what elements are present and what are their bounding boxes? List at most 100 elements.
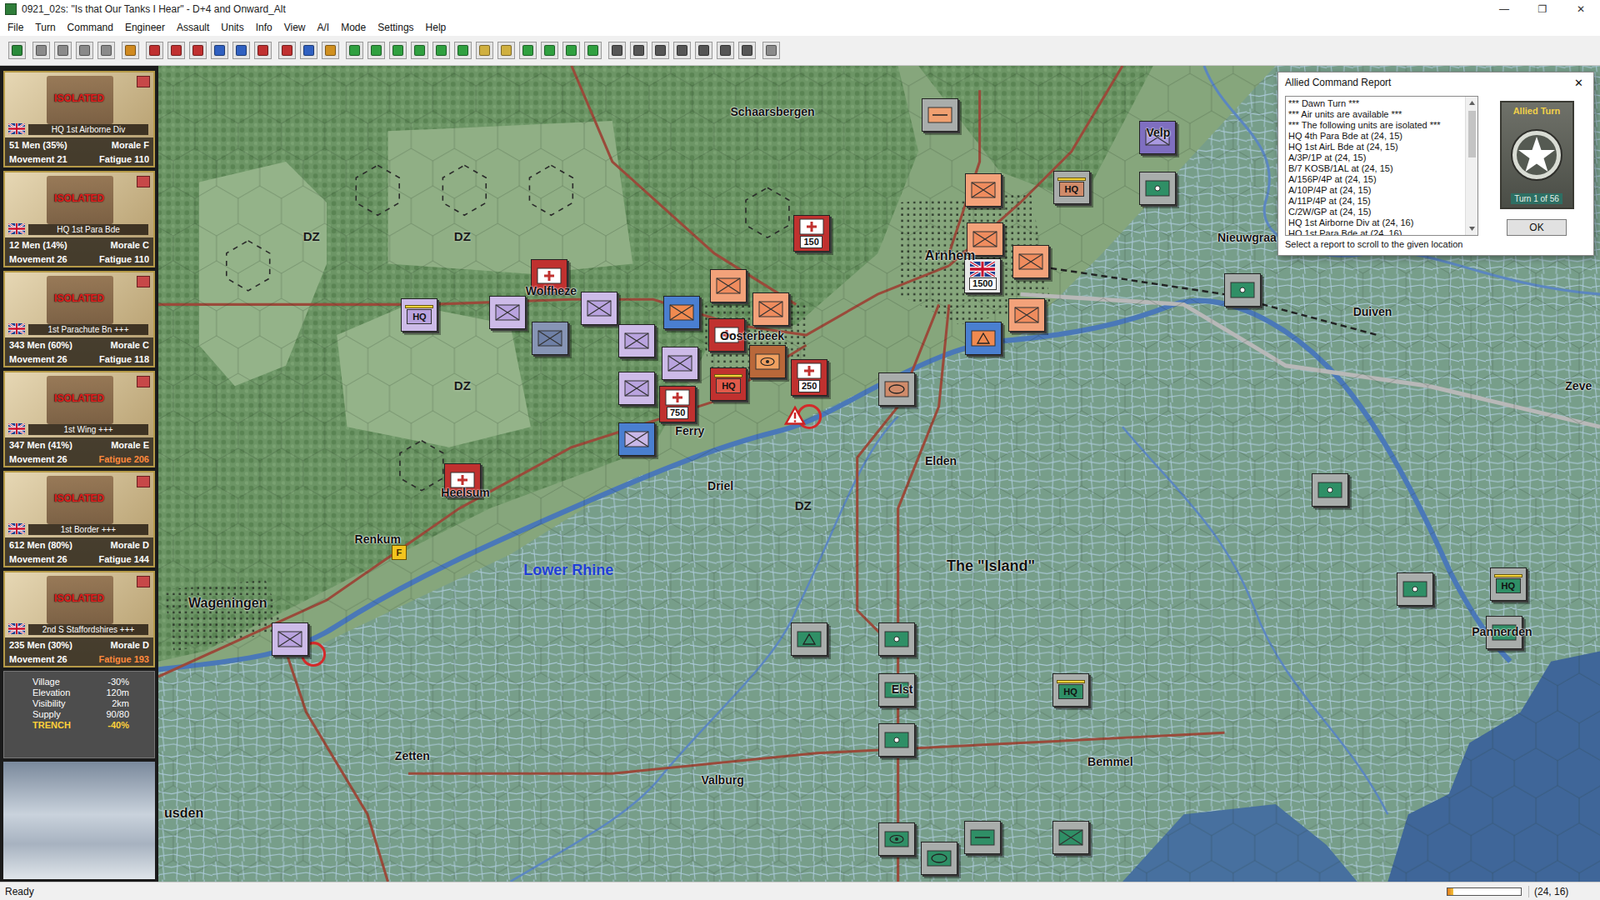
- toolbar-button[interactable]: [651, 41, 670, 60]
- toolbar-button[interactable]: [630, 41, 648, 60]
- toolbar-button[interactable]: [519, 41, 537, 60]
- toolbar-button[interactable]: [210, 41, 229, 60]
- unit-counter[interactable]: [1012, 245, 1050, 279]
- report-line[interactable]: *** Air units are available ***: [1288, 109, 1463, 120]
- toolbar-button[interactable]: [367, 41, 385, 60]
- toolbar-button[interactable]: [738, 41, 756, 60]
- unit-counter[interactable]: [749, 345, 786, 379]
- report-line[interactable]: *** The following units are isolated ***: [1288, 120, 1463, 131]
- report-line[interactable]: A/156P/4P at (24, 15): [1288, 174, 1463, 185]
- unit-counter[interactable]: [618, 422, 655, 456]
- unit-counter[interactable]: HQ: [1053, 170, 1090, 205]
- unit-counter[interactable]: 1500: [964, 258, 1001, 294]
- window-control[interactable]: ❐: [1523, 0, 1562, 19]
- report-line[interactable]: HQ 1st Para Bde at (24, 16): [1288, 228, 1463, 235]
- unit-counter[interactable]: [1139, 171, 1176, 205]
- unit-counter[interactable]: HQ: [1490, 567, 1527, 601]
- menu-item[interactable]: Units: [215, 21, 250, 34]
- unit-counter[interactable]: [489, 295, 526, 330]
- close-button[interactable]: ✕: [1570, 76, 1587, 90]
- report-line[interactable]: B/7 KOSB/1AL at (24, 15): [1288, 163, 1463, 175]
- unit-detail-icon[interactable]: [136, 475, 150, 488]
- unit-counter[interactable]: [1008, 298, 1045, 332]
- report-line[interactable]: HQ 4th Para Bde at (24, 15): [1288, 130, 1463, 142]
- unit-counter[interactable]: [663, 295, 700, 330]
- toolbar-button[interactable]: [278, 41, 296, 60]
- map-marker[interactable]: F: [391, 545, 407, 560]
- report-line[interactable]: A/11P/4P at (24, 15): [1288, 195, 1463, 207]
- unit-counter[interactable]: [1224, 273, 1261, 307]
- unit-card[interactable]: ISOLATED1st Parachute Bn +++343 Men (60%…: [3, 270, 155, 368]
- scroll-down-icon[interactable]: [1465, 222, 1479, 235]
- unit-counter[interactable]: [964, 820, 1001, 855]
- report-line[interactable]: HQ 1st AirL Bde at (24, 15): [1288, 141, 1463, 153]
- unit-card[interactable]: ISOLATED1st Border +++612 Men (80%)Moral…: [3, 470, 155, 568]
- toolbar-button[interactable]: [475, 41, 494, 60]
- unit-counter[interactable]: [965, 173, 1002, 207]
- menu-item[interactable]: Help: [420, 21, 453, 34]
- toolbar-button[interactable]: [673, 41, 691, 60]
- unit-card[interactable]: ISOLATEDHQ 1st Airborne Div51 Men (35%)M…: [3, 70, 155, 168]
- unit-counter[interactable]: 150: [793, 215, 830, 252]
- unit-card[interactable]: ISOLATED1st Wing +++347 Men (41%)Morale …: [3, 370, 155, 468]
- scrollbar[interactable]: [1465, 96, 1478, 235]
- menu-item[interactable]: File: [1, 21, 30, 34]
- unit-counter[interactable]: HQ: [400, 298, 438, 332]
- unit-counter[interactable]: [921, 98, 959, 132]
- menu-item[interactable]: Engineer: [119, 21, 171, 34]
- unit-counter[interactable]: HQ: [1052, 673, 1090, 707]
- unit-counter[interactable]: [965, 321, 1002, 355]
- toolbar-button[interactable]: [345, 41, 364, 60]
- unit-counter[interactable]: [878, 622, 915, 656]
- unit-detail-icon[interactable]: [136, 175, 150, 188]
- toolbar-button[interactable]: [410, 41, 429, 60]
- menu-item[interactable]: Mode: [335, 21, 372, 34]
- menu-item[interactable]: Settings: [371, 21, 420, 34]
- toolbar-button[interactable]: [254, 41, 272, 60]
- toolbar-button[interactable]: [432, 41, 450, 60]
- menu-item[interactable]: View: [278, 21, 312, 34]
- toolbar-button[interactable]: [562, 41, 580, 60]
- unit-counter[interactable]: [271, 622, 309, 656]
- report-list[interactable]: *** Dawn Turn ****** Air units are avail…: [1285, 95, 1479, 236]
- unit-counter[interactable]: [920, 841, 958, 875]
- toolbar-button[interactable]: [716, 41, 735, 60]
- toolbar-button[interactable]: [167, 41, 185, 60]
- unit-detail-icon[interactable]: [136, 575, 150, 588]
- toolbar-button[interactable]: [54, 41, 72, 60]
- toolbar-button[interactable]: [321, 41, 340, 60]
- menu-item[interactable]: Turn: [29, 21, 61, 34]
- unit-counter[interactable]: [618, 324, 655, 358]
- unit-counter[interactable]: [790, 622, 828, 656]
- unit-counter[interactable]: [878, 723, 915, 757]
- unit-counter[interactable]: [618, 371, 655, 405]
- unit-counter[interactable]: [878, 822, 915, 856]
- unit-counter[interactable]: [1052, 820, 1090, 855]
- toolbar-button[interactable]: [762, 41, 780, 60]
- toolbar-button[interactable]: [32, 41, 50, 60]
- unit-counter[interactable]: [710, 269, 747, 303]
- unit-counter[interactable]: [531, 321, 569, 355]
- window-control[interactable]: —: [1485, 0, 1524, 19]
- report-line[interactable]: *** Dawn Turn ***: [1288, 98, 1463, 110]
- toolbar-button[interactable]: [389, 41, 407, 60]
- unit-counter[interactable]: [1311, 473, 1349, 507]
- scroll-thumb[interactable]: [1468, 110, 1476, 158]
- unit-detail-icon[interactable]: [136, 75, 150, 88]
- unit-card[interactable]: ISOLATED2nd S Staffordshires +++235 Men …: [3, 570, 155, 668]
- unit-counter[interactable]: 750: [659, 385, 696, 423]
- toolbar-button[interactable]: [540, 41, 559, 60]
- menu-item[interactable]: A/I: [311, 21, 336, 34]
- unit-detail-icon[interactable]: [136, 275, 150, 288]
- toolbar-button[interactable]: [497, 41, 515, 60]
- toolbar-button[interactable]: [608, 41, 626, 60]
- menu-item[interactable]: Info: [250, 21, 279, 34]
- toolbar-button[interactable]: [8, 41, 26, 60]
- toolbar-button[interactable]: [300, 41, 318, 60]
- unit-counter[interactable]: [878, 372, 915, 406]
- toolbar-button[interactable]: [145, 41, 164, 60]
- ok-button[interactable]: OK: [1506, 219, 1567, 236]
- unit-card[interactable]: ISOLATEDHQ 1st Para Bde12 Men (14%)Moral…: [3, 170, 155, 268]
- unit-detail-icon[interactable]: [136, 375, 150, 388]
- unit-counter[interactable]: [752, 292, 790, 326]
